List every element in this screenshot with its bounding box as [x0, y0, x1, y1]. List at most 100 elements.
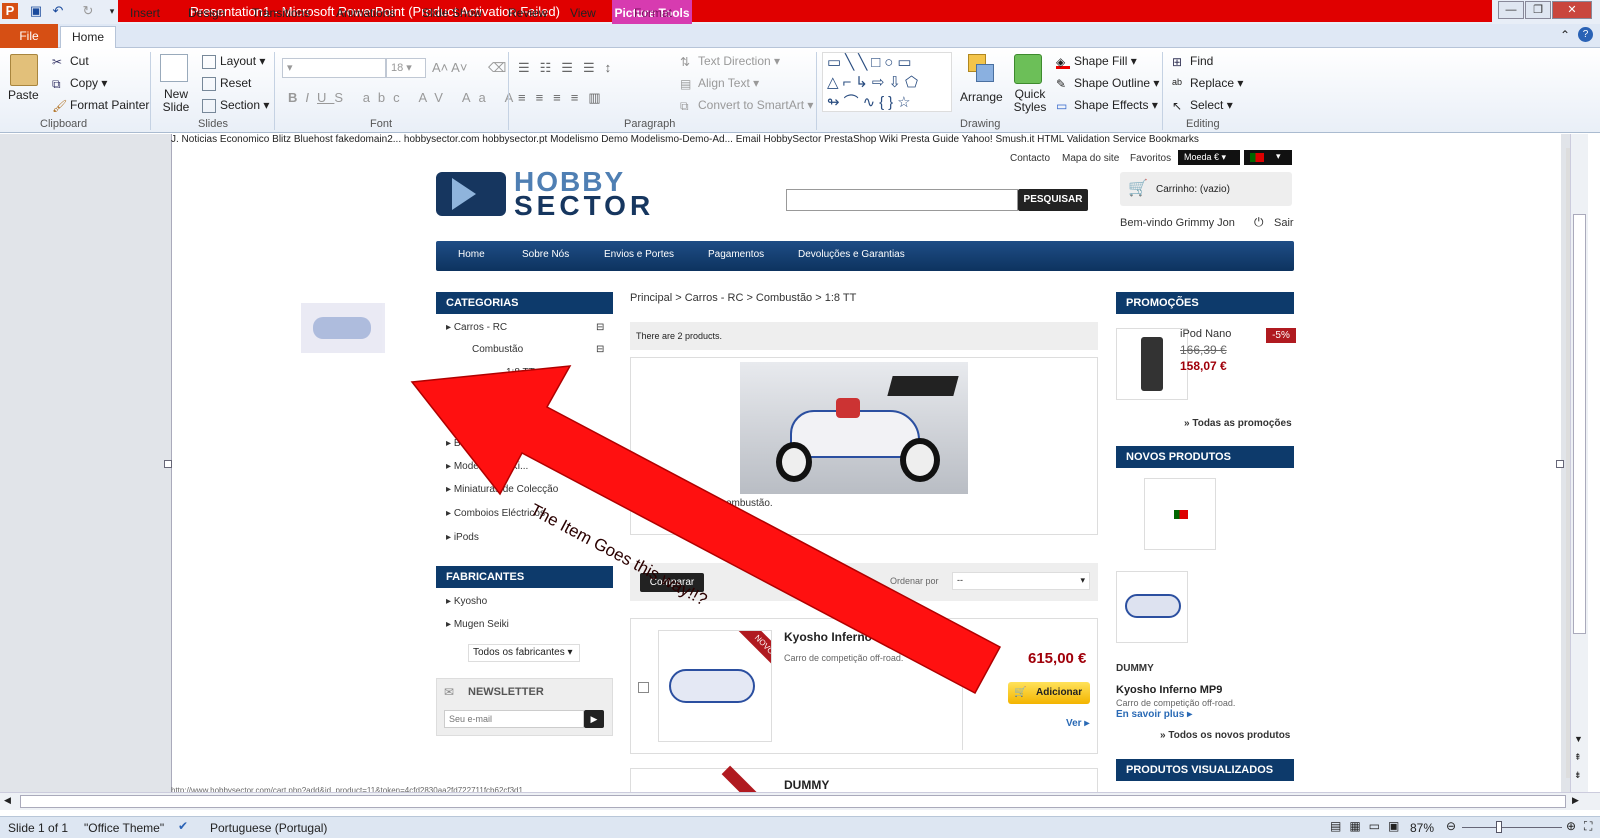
nav-pagamentos[interactable]: Pagamentos	[708, 249, 764, 260]
grow-font-icon[interactable]: A˄ A˅	[432, 60, 467, 75]
link-mapa-site[interactable]: Mapa do site	[1062, 153, 1119, 164]
promo-product-thumbnail[interactable]	[1116, 328, 1188, 400]
section-button[interactable]: Section ▾	[202, 98, 269, 113]
new-product-name[interactable]: Kyosho Inferno MP9	[1116, 684, 1222, 696]
text-direction-button[interactable]: ⇅ Text Direction ▾	[680, 54, 780, 69]
shape-fill-button[interactable]: ◈ Shape Fill ▾	[1056, 54, 1137, 69]
quick-styles-icon[interactable]	[1014, 54, 1042, 84]
scroll-right-icon[interactable]: ▶	[1572, 795, 1579, 806]
quick-styles-button[interactable]: Quick Styles	[1010, 88, 1050, 114]
tab-home[interactable]: Home	[60, 26, 116, 49]
scroll-thumb[interactable]	[20, 795, 1566, 808]
horizontal-scrollbar[interactable]: ◀ ▶	[0, 792, 1600, 810]
link-contacto[interactable]: Contacto	[1010, 153, 1050, 164]
language-select[interactable]: ▾	[1244, 150, 1292, 165]
spellcheck-icon[interactable]: ✔	[178, 819, 188, 833]
font-style-buttons[interactable]: BIUS abc AV Aa A	[288, 90, 521, 105]
tab-view[interactable]: View	[566, 2, 600, 24]
category-combustao[interactable]: Combustão	[472, 344, 523, 355]
logout-link[interactable]: Sair	[1274, 217, 1294, 229]
search-button[interactable]: PESQUISAR	[1018, 189, 1088, 211]
align-text-button[interactable]: ▤ Align Text ▾	[680, 76, 759, 91]
redo-icon[interactable]: ↻	[80, 3, 96, 19]
all-promotions-link[interactable]: » Todas as promoções	[1184, 418, 1292, 429]
maximize-button[interactable]: ❐	[1525, 1, 1551, 19]
shapes-gallery[interactable]: ▭╲╲□○▭ △⌐↳⇨⇩⬠ ↬⌒∿{}☆	[822, 52, 952, 112]
zoom-level[interactable]: 87%	[1410, 821, 1434, 835]
cut-button[interactable]: ✂ Cut	[52, 54, 89, 69]
smartart-button[interactable]: ⧉ Convert to SmartArt ▾	[680, 98, 813, 113]
link-favoritos[interactable]: Favoritos	[1130, 153, 1171, 164]
nav-sobre-nos[interactable]: Sobre Nós	[522, 249, 569, 260]
vertical-scrollbar[interactable]: ▼ ⇞ ⇟	[1570, 134, 1588, 792]
tab-transitions[interactable]: Transitions	[248, 2, 314, 24]
customize-toolbar-icon[interactable]: ▾	[104, 3, 120, 19]
category-carros-rc[interactable]: ▸ Carros - RC	[446, 322, 507, 333]
zoom-out-icon[interactable]: ⊖	[1446, 819, 1456, 833]
collapse-icon[interactable]: ⊟	[596, 322, 604, 333]
zoom-slider[interactable]	[1462, 827, 1562, 828]
nav-devolucoes[interactable]: Devoluções e Garantias	[798, 249, 905, 260]
tab-insert[interactable]: Insert	[126, 2, 164, 24]
arrange-button[interactable]: Arrange	[960, 90, 1003, 104]
scroll-left-icon[interactable]: ◀	[4, 795, 11, 806]
site-search-input[interactable]	[786, 189, 1018, 211]
zoom-in-icon[interactable]: ⊕	[1566, 819, 1576, 833]
shape-outline-button[interactable]: ✎ Shape Outline ▾	[1056, 76, 1159, 91]
tab-slide-show[interactable]: Slide Show	[418, 2, 486, 24]
font-size-combo[interactable]: 18 ▾	[386, 58, 426, 78]
currency-select[interactable]: Moeda € ▾	[1178, 150, 1240, 165]
reset-button[interactable]: Reset	[202, 76, 251, 91]
close-button[interactable]: ✕	[1552, 1, 1592, 19]
all-new-products-link[interactable]: » Todos os novos produtos	[1160, 730, 1290, 741]
minimize-button[interactable]: —	[1498, 1, 1524, 19]
new-product-thumbnail[interactable]	[1116, 571, 1188, 643]
layout-button[interactable]: Layout ▾	[202, 54, 265, 69]
save-icon[interactable]: ▣	[28, 3, 44, 19]
newsletter-email-input[interactable]	[444, 710, 584, 728]
align-buttons[interactable]: ≡≡≡≡▥	[518, 90, 611, 106]
new-product-dummy-name[interactable]: DUMMY	[1116, 663, 1154, 674]
help-icon[interactable]: ?	[1578, 27, 1593, 42]
power-icon[interactable]: ⏻	[1254, 215, 1264, 230]
floating-product-thumbnail[interactable]	[301, 303, 385, 353]
more-info-link[interactable]: En savoir plus ▸	[1116, 709, 1192, 720]
collapse-icon[interactable]: ⊟	[596, 344, 604, 355]
scroll-thumb[interactable]	[1573, 214, 1586, 634]
cart-box[interactable]: 🛒 Carrinho: (vazio)	[1120, 172, 1292, 206]
list-buttons[interactable]: ☰☷☰☰↕	[518, 60, 621, 76]
view-product-link[interactable]: Ver ▸	[1066, 718, 1089, 729]
fit-slide-icon[interactable]: ⛶	[1584, 819, 1592, 834]
new-product-thumbnail[interactable]	[1144, 478, 1216, 550]
next-slide-icon[interactable]: ⇟	[1574, 770, 1582, 781]
product-name[interactable]: DUMMY	[784, 778, 829, 792]
paste-button[interactable]: Paste	[8, 88, 39, 102]
tab-animations[interactable]: Animations	[332, 2, 399, 24]
previous-slide-icon[interactable]: ⇞	[1574, 752, 1582, 763]
nav-envios[interactable]: Envios e Portes	[604, 249, 674, 260]
arrange-icon[interactable]	[966, 52, 996, 86]
copy-button[interactable]: ⧉ Copy ▾	[52, 76, 107, 91]
view-buttons[interactable]: ▤▦▭▣	[1330, 819, 1407, 833]
tab-design[interactable]: Design	[184, 2, 229, 24]
new-slide-button[interactable]: New Slide	[158, 88, 194, 114]
theme-indicator[interactable]: "Office Theme"	[84, 821, 164, 835]
nav-home[interactable]: Home	[458, 249, 485, 260]
language-indicator[interactable]: Portuguese (Portugal)	[210, 821, 327, 835]
resize-handle[interactable]	[164, 460, 172, 468]
select-button[interactable]: ↖ Select ▾	[1172, 98, 1233, 113]
paste-icon[interactable]	[10, 54, 38, 86]
red-arrow-callout[interactable]	[400, 360, 1020, 700]
add-to-cart-button[interactable]: 🛒 Adicionar	[1008, 682, 1090, 704]
clear-format-icon[interactable]: ⌫	[488, 60, 506, 76]
tab-file[interactable]: File	[0, 24, 58, 48]
replace-button[interactable]: ab Replace ▾	[1172, 76, 1243, 91]
newsletter-submit-button[interactable]: ▶	[584, 710, 604, 728]
shape-effects-button[interactable]: ▭ Shape Effects ▾	[1056, 98, 1158, 113]
scroll-down-icon[interactable]: ▼	[1574, 734, 1583, 744]
promo-product-name[interactable]: iPod Nano	[1180, 328, 1231, 340]
find-button[interactable]: ⊞ Find	[1172, 54, 1213, 69]
format-painter-button[interactable]: 🖌 Format Painter	[52, 98, 149, 113]
tab-review[interactable]: Review	[504, 2, 551, 24]
font-name-combo[interactable]: ▾	[282, 58, 386, 78]
